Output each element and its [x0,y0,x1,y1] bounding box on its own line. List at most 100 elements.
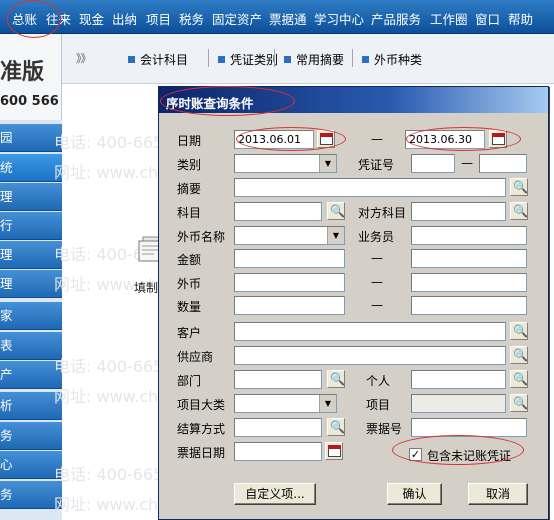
bill-date-label: 票据日期 [177,446,226,460]
search-icon: 🔍 [330,204,345,218]
query-dialog: 序时账查询条件 日期 2013.06.01 — 2013.06.30 类别 ▼ … [158,86,549,520]
clerk-field[interactable] [411,226,527,245]
person-field[interactable] [411,370,506,389]
menu-fixed-assets[interactable]: 固定资产 [212,9,262,28]
sidebar-item-9[interactable]: 产 [0,361,62,389]
bullet-icon [218,56,225,63]
sidebar-item-2[interactable]: 统 [0,154,62,182]
date-to-field[interactable]: 2013.06.30 [405,130,485,149]
contra-account-search-button[interactable]: 🔍 [510,202,528,220]
quantity-to-field[interactable] [411,296,527,315]
include-unposted-label[interactable]: 包含未记账凭证 [427,447,511,464]
menu-general-ledger[interactable]: 总账 [12,9,37,28]
chevron-down-icon: ▼ [319,155,336,172]
customer-search-button[interactable]: 🔍 [510,322,528,340]
sidebar-item-13[interactable]: 务 [0,481,62,509]
summary-field[interactable] [234,178,506,197]
calendar-icon [328,445,341,457]
quantity-from-field[interactable] [234,296,345,315]
date-from-field[interactable]: 2013.06.01 [234,130,314,149]
confirm-button[interactable]: 确认 [387,483,442,505]
menu-help[interactable]: 帮助 [508,9,533,28]
supplier-search-button[interactable]: 🔍 [510,346,528,364]
bill-date-calendar-button[interactable] [325,442,343,460]
date-from-calendar-button[interactable] [317,130,335,148]
settlement-field[interactable] [234,418,322,437]
summary-label: 摘要 [177,182,202,196]
toolbar-common-summary[interactable]: 常用摘要 [284,51,344,68]
summary-search-button[interactable]: 🔍 [510,178,528,196]
date-to-calendar-button[interactable] [489,130,507,148]
amount-from-field[interactable] [234,249,345,268]
toolbar-voucher-types[interactable]: 凭证类别 [218,51,278,68]
amount-to-field[interactable] [411,249,527,268]
supplier-label: 供应商 [177,350,214,364]
toolbar-expand-icon[interactable]: 》》 [76,50,91,66]
bill-date-field[interactable] [234,442,322,461]
cancel-button[interactable]: 取消 [468,483,528,505]
project-search-button[interactable]: 🔍 [510,394,528,412]
fill-voucher-label[interactable]: 填制 [134,279,158,296]
sidebar-item-10[interactable]: 析 [0,392,62,420]
menu-tax[interactable]: 税务 [179,9,204,28]
menu-accounts[interactable]: 往来 [46,9,71,28]
category-select[interactable]: ▼ [234,154,337,173]
voucher-no-to-field[interactable] [479,154,527,173]
include-unposted-checkbox[interactable]: ✓ [409,448,422,461]
menu-learning-center[interactable]: 学习中心 [314,9,364,28]
sidebar-item-1[interactable]: 园 [0,124,62,152]
menu-project[interactable]: 项目 [146,9,171,28]
menu-window[interactable]: 窗口 [475,9,500,28]
chevron-down-icon: ▼ [327,227,344,244]
calendar-icon [320,133,333,145]
currency-select[interactable]: ▼ [234,226,345,245]
contra-account-field[interactable] [411,202,506,221]
dialog-title-bar[interactable]: 序时账查询条件 [159,87,548,113]
sidebar-item-5[interactable]: 理 [0,241,62,269]
department-field[interactable] [234,370,322,389]
menu-work-circle[interactable]: 工作圈 [430,9,468,28]
bullet-icon [284,56,291,63]
toolbar-currencies-label: 外币种类 [374,53,423,67]
sidebar-item-3[interactable]: 理 [0,183,62,211]
menu-bills[interactable]: 票据通 [269,9,307,28]
person-search-button[interactable]: 🔍 [510,370,528,388]
settlement-search-button[interactable]: 🔍 [327,418,345,436]
account-search-button[interactable]: 🔍 [327,202,345,220]
search-icon: 🔍 [513,180,528,194]
account-field[interactable] [234,202,322,221]
settlement-label: 结算方式 [177,422,226,436]
project-field[interactable] [411,394,506,413]
person-label: 个人 [366,374,391,388]
supplier-field[interactable] [234,346,506,365]
project-class-label: 项目大类 [177,398,226,412]
sidebar-item-7[interactable]: 家 [0,302,62,330]
toolbar-accounts[interactable]: 会计科目 [128,51,188,68]
menu-cash[interactable]: 现金 [79,9,104,28]
brand-name: 准版 [0,60,45,85]
sidebar-item-8[interactable]: 表 [0,332,62,360]
search-icon: 🔍 [330,372,345,386]
sidebar-item-12[interactable]: 心 [0,451,62,479]
search-icon: 🔍 [513,372,528,386]
date-label: 日期 [177,134,202,148]
account-label: 科目 [177,206,202,220]
menu-cashier[interactable]: 出纳 [112,9,137,28]
foreign-from-field[interactable] [234,273,345,292]
sidebar-item-11[interactable]: 务 [0,422,62,450]
voucher-no-label: 凭证号 [358,158,395,172]
custom-items-button[interactable]: 自定义项... [234,483,316,505]
clerk-label: 业务员 [358,230,395,244]
voucher-no-from-field[interactable] [411,154,455,173]
sidebar-item-6[interactable]: 理 [0,270,62,298]
sidebar-item-4[interactable]: 行 [0,212,62,240]
bill-no-field[interactable] [411,418,527,437]
project-class-select[interactable]: ▼ [234,394,337,413]
toolbar-currencies[interactable]: 外币种类 [362,51,422,68]
contra-account-label: 对方科目 [358,206,407,220]
range-dash: — [371,275,383,289]
foreign-to-field[interactable] [411,273,527,292]
department-search-button[interactable]: 🔍 [327,370,345,388]
customer-field[interactable] [234,322,506,341]
menu-product-service[interactable]: 产品服务 [371,9,421,28]
